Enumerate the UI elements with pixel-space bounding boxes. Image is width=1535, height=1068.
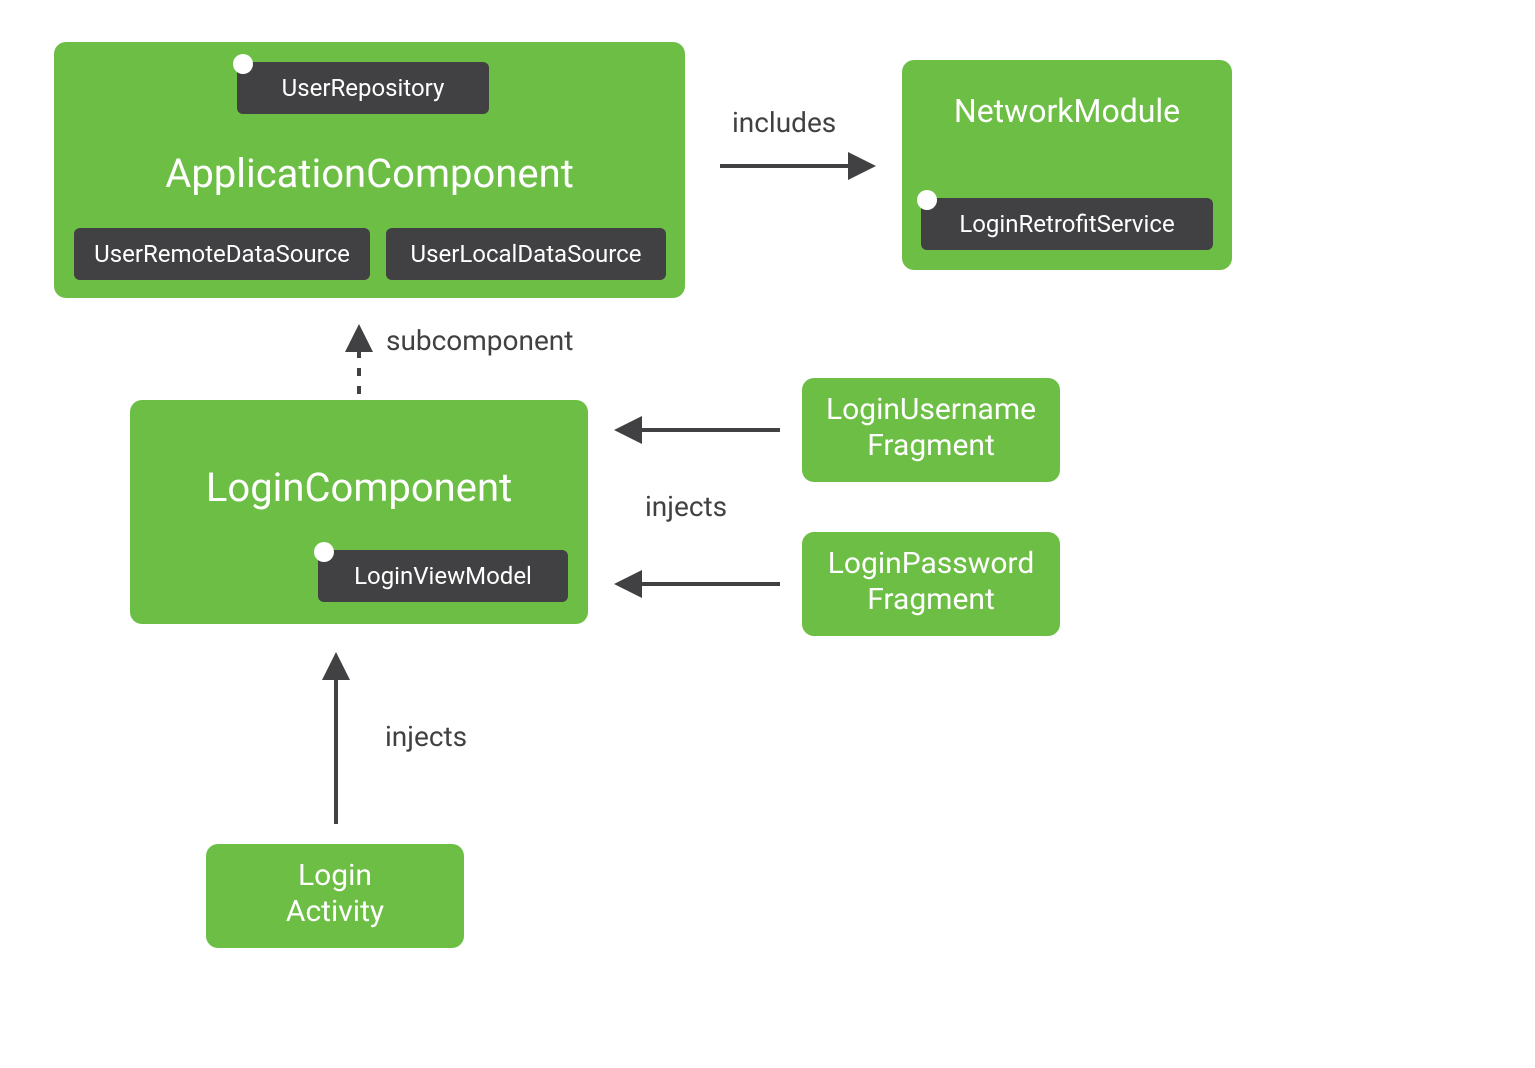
node-title: NetworkModule xyxy=(902,92,1232,130)
scope-dot-icon xyxy=(917,190,937,210)
chip-user-remote-data-source: UserRemoteDataSource xyxy=(74,228,370,280)
edge-label-includes: includes xyxy=(732,106,836,139)
scope-dot-icon xyxy=(233,54,253,74)
node-title: ApplicationComponent xyxy=(54,150,685,197)
node-title: LoginComponent xyxy=(130,464,588,511)
node-network-module: NetworkModule LoginRetrofitService xyxy=(902,60,1232,270)
node-title: LoginUsername Fragment xyxy=(802,392,1060,464)
chip-user-repository: UserRepository xyxy=(237,62,489,114)
node-title: Login Activity xyxy=(206,858,464,930)
edge-label-injects-right: injects xyxy=(645,490,727,523)
node-login-username-fragment: LoginUsername Fragment xyxy=(802,378,1060,482)
chip-login-retrofit-service: LoginRetrofitService xyxy=(921,198,1213,250)
node-login-password-fragment: LoginPassword Fragment xyxy=(802,532,1060,636)
node-title: LoginPassword Fragment xyxy=(802,546,1060,618)
chip-label: LoginViewModel xyxy=(354,562,532,590)
chip-user-local-data-source: UserLocalDataSource xyxy=(386,228,666,280)
edge-label-injects-bottom: injects xyxy=(385,720,467,753)
diagram-canvas: UserRepository ApplicationComponent User… xyxy=(0,0,1535,1068)
chip-label: LoginRetrofitService xyxy=(959,210,1174,238)
scope-dot-icon xyxy=(314,542,334,562)
chip-label: UserRemoteDataSource xyxy=(94,240,350,268)
node-login-component: LoginComponent LoginViewModel xyxy=(130,400,588,624)
chip-label: UserRepository xyxy=(282,74,445,102)
node-login-activity: Login Activity xyxy=(206,844,464,948)
edge-label-subcomponent: subcomponent xyxy=(386,324,573,357)
node-application-component: UserRepository ApplicationComponent User… xyxy=(54,42,685,298)
chip-label: UserLocalDataSource xyxy=(411,240,642,268)
chip-login-view-model: LoginViewModel xyxy=(318,550,568,602)
